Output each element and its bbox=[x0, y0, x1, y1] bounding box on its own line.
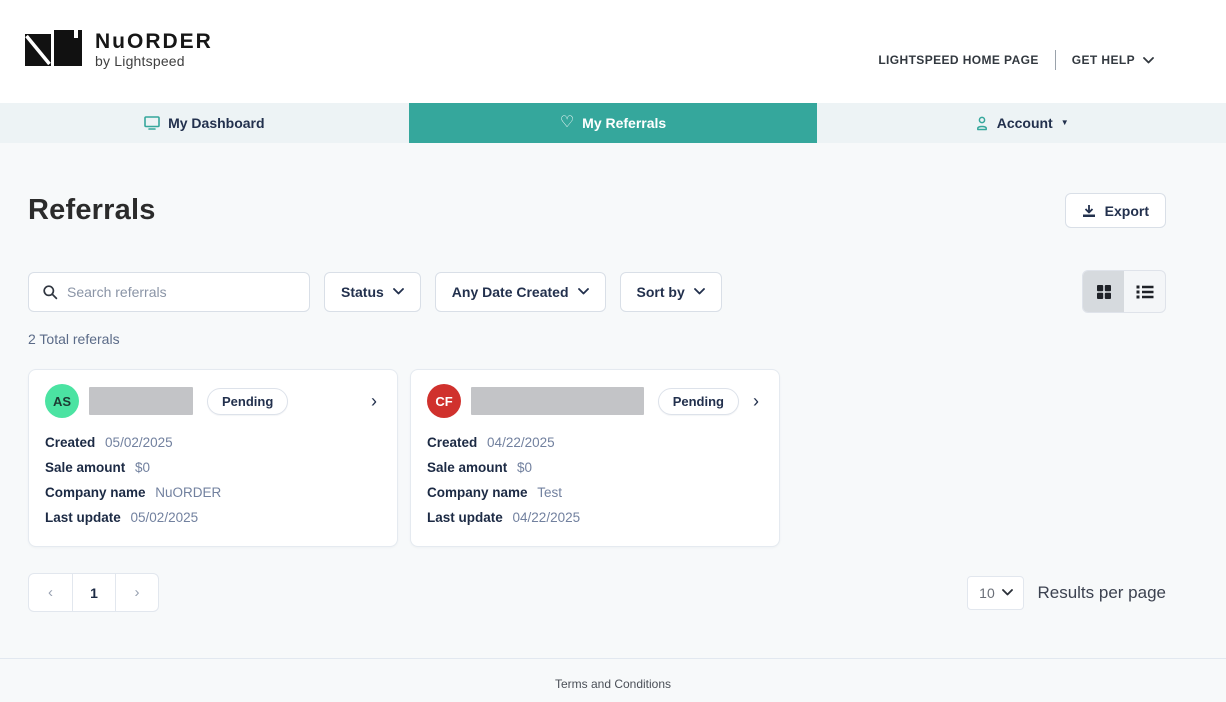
referral-card[interactable]: CF Pending › Created 04/22/2025 Sale amo… bbox=[410, 369, 780, 547]
company-name-label: Company name bbox=[45, 485, 146, 500]
pagination-row: ‹ 1 › 10 Results per page bbox=[28, 573, 1166, 612]
last-update-row: Last update 04/22/2025 bbox=[427, 505, 763, 530]
export-button[interactable]: Export bbox=[1065, 193, 1166, 228]
page-title: Referrals bbox=[28, 194, 156, 227]
page-footer: Terms and Conditions bbox=[0, 658, 1226, 693]
search-input[interactable] bbox=[67, 284, 296, 300]
status-filter-label: Status bbox=[341, 284, 384, 300]
chevron-down-icon bbox=[578, 288, 589, 295]
caret-down-icon: ▼ bbox=[1061, 119, 1069, 127]
total-referrals-count: 2 Total referals bbox=[28, 331, 1166, 347]
sort-by-label: Sort by bbox=[637, 284, 685, 300]
referral-cards: AS Pending › Created 05/02/2025 Sale amo… bbox=[28, 369, 1166, 547]
grid-view-icon bbox=[1096, 284, 1112, 300]
company-name-value: Test bbox=[537, 485, 562, 500]
company-name-row: Company name NuORDER bbox=[45, 480, 381, 505]
date-created-filter-button[interactable]: Any Date Created bbox=[435, 272, 606, 312]
last-update-value: 05/02/2025 bbox=[131, 510, 199, 525]
heart-icon: ♡ bbox=[560, 115, 574, 131]
sale-amount-row: Sale amount $0 bbox=[45, 455, 381, 480]
last-update-label: Last update bbox=[427, 510, 503, 525]
logo-text: NuORDER by Lightspeed bbox=[95, 31, 213, 69]
chevron-down-icon bbox=[1143, 57, 1154, 64]
brand-name: NuORDER bbox=[95, 31, 213, 53]
chevron-down-icon bbox=[393, 288, 404, 295]
avatar: CF bbox=[427, 384, 461, 418]
sale-amount-value: $0 bbox=[517, 460, 532, 475]
created-value: 04/22/2025 bbox=[487, 435, 555, 450]
company-name-value: NuORDER bbox=[155, 485, 221, 500]
redacted-name bbox=[471, 387, 644, 415]
sale-amount-row: Sale amount $0 bbox=[427, 455, 763, 480]
created-value: 05/02/2025 bbox=[105, 435, 173, 450]
tab-my-dashboard[interactable]: My Dashboard bbox=[0, 103, 409, 143]
tab-label: Account bbox=[997, 115, 1053, 131]
last-update-value: 04/22/2025 bbox=[513, 510, 581, 525]
card-header: AS Pending › bbox=[45, 384, 381, 418]
app-header: NuORDER by Lightspeed LIGHTSPEED HOME PA… bbox=[0, 0, 1226, 103]
tab-account[interactable]: Account ▼ bbox=[817, 103, 1226, 143]
redacted-name bbox=[89, 387, 193, 415]
tab-my-referrals[interactable]: ♡ My Referrals bbox=[409, 103, 818, 143]
company-name-row: Company name Test bbox=[427, 480, 763, 505]
list-view-icon bbox=[1136, 285, 1154, 299]
download-icon bbox=[1082, 204, 1096, 218]
list-view-button[interactable] bbox=[1124, 271, 1165, 312]
nuorder-logo[interactable]: NuORDER by Lightspeed bbox=[25, 29, 213, 71]
page-number[interactable]: 1 bbox=[72, 574, 115, 611]
sort-by-button[interactable]: Sort by bbox=[620, 272, 722, 312]
created-row: Created 05/02/2025 bbox=[45, 430, 381, 455]
created-row: Created 04/22/2025 bbox=[427, 430, 763, 455]
pagination: ‹ 1 › bbox=[28, 573, 159, 612]
created-label: Created bbox=[427, 435, 477, 450]
last-update-row: Last update 05/02/2025 bbox=[45, 505, 381, 530]
chevron-right-icon[interactable]: › bbox=[749, 392, 763, 410]
referrals-page: Referrals Export Status Any Date Created bbox=[0, 143, 1226, 693]
grid-view-button[interactable] bbox=[1083, 271, 1124, 312]
date-created-filter-label: Any Date Created bbox=[452, 284, 569, 300]
chevron-down-icon bbox=[694, 288, 705, 295]
main-nav: My Dashboard ♡ My Referrals Account ▼ bbox=[0, 103, 1226, 143]
status-badge: Pending bbox=[207, 388, 288, 415]
results-per-page-label: Results per page bbox=[1037, 583, 1166, 603]
results-per-page: 10 Results per page bbox=[967, 576, 1166, 610]
status-filter-button[interactable]: Status bbox=[324, 272, 421, 312]
nuorder-logo-icon bbox=[25, 29, 83, 71]
card-header: CF Pending › bbox=[427, 384, 763, 418]
chevron-down-icon bbox=[1002, 589, 1013, 596]
tab-label: My Dashboard bbox=[168, 115, 264, 131]
avatar: AS bbox=[45, 384, 79, 418]
sale-amount-value: $0 bbox=[135, 460, 150, 475]
results-per-page-value: 10 bbox=[979, 585, 995, 601]
sale-amount-label: Sale amount bbox=[45, 460, 125, 475]
created-label: Created bbox=[45, 435, 95, 450]
monitor-icon bbox=[144, 116, 160, 130]
title-row: Referrals Export bbox=[28, 193, 1166, 228]
chevron-right-icon[interactable]: › bbox=[367, 392, 381, 410]
search-box bbox=[28, 272, 310, 312]
lightspeed-home-link[interactable]: LIGHTSPEED HOME PAGE bbox=[878, 53, 1038, 67]
tab-label: My Referrals bbox=[582, 115, 666, 131]
brand-tagline: by Lightspeed bbox=[95, 53, 213, 69]
get-help-menu[interactable]: GET HELP bbox=[1072, 53, 1154, 67]
person-icon bbox=[975, 116, 989, 131]
terms-and-conditions-link[interactable]: Terms and Conditions bbox=[555, 677, 671, 691]
filter-row: Status Any Date Created Sort by bbox=[28, 270, 1166, 313]
status-badge: Pending bbox=[658, 388, 739, 415]
next-page-button[interactable]: › bbox=[115, 574, 158, 611]
header-links: LIGHTSPEED HOME PAGE GET HELP bbox=[878, 50, 1154, 70]
sale-amount-label: Sale amount bbox=[427, 460, 507, 475]
header-links-divider bbox=[1055, 50, 1056, 70]
export-label: Export bbox=[1105, 203, 1149, 219]
company-name-label: Company name bbox=[427, 485, 528, 500]
referral-card[interactable]: AS Pending › Created 05/02/2025 Sale amo… bbox=[28, 369, 398, 547]
view-mode-toggle bbox=[1082, 270, 1166, 313]
get-help-label: GET HELP bbox=[1072, 53, 1135, 67]
results-per-page-select[interactable]: 10 bbox=[967, 576, 1024, 610]
search-icon bbox=[42, 284, 58, 300]
last-update-label: Last update bbox=[45, 510, 121, 525]
previous-page-button[interactable]: ‹ bbox=[29, 574, 72, 611]
